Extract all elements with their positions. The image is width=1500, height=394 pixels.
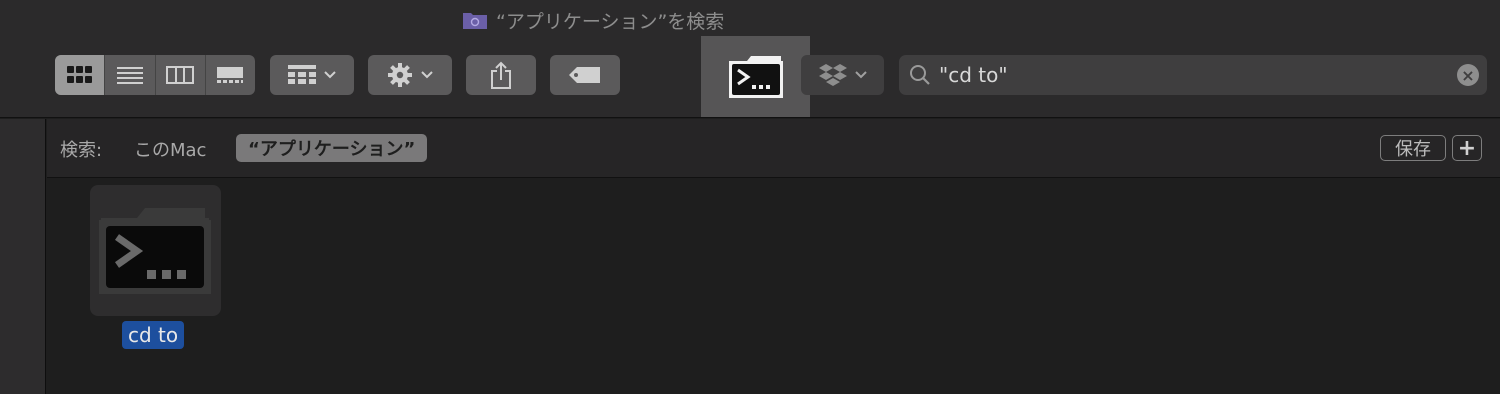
share-icon bbox=[491, 61, 511, 89]
share-button[interactable] bbox=[466, 55, 536, 95]
dropbox-button[interactable] bbox=[801, 55, 884, 95]
scope-label: 検索: bbox=[60, 140, 103, 161]
search-results: cd to bbox=[47, 179, 1500, 394]
terminal-folder-icon bbox=[728, 55, 783, 98]
window-title-text: “アプリケーション”を検索 bbox=[496, 10, 725, 33]
result-item-name[interactable]: cd to bbox=[122, 321, 185, 349]
group-icon bbox=[288, 65, 316, 84]
search-field[interactable]: × bbox=[899, 55, 1487, 95]
list-view-button[interactable] bbox=[105, 55, 156, 95]
tag-button[interactable] bbox=[550, 55, 620, 95]
gallery-view-button[interactable] bbox=[206, 55, 255, 95]
gear-icon bbox=[388, 63, 412, 87]
scope-applications[interactable]: “アプリケーション” bbox=[236, 134, 428, 162]
sidebar bbox=[0, 119, 46, 394]
chevron-down-icon bbox=[324, 71, 336, 79]
toolbar-cd-to-item[interactable] bbox=[701, 36, 810, 117]
chevron-down-icon bbox=[854, 71, 867, 79]
window-title: “アプリケーション”を検索 bbox=[462, 6, 724, 34]
columns-icon bbox=[166, 66, 195, 84]
search-input[interactable] bbox=[939, 63, 1439, 87]
result-item-icon[interactable] bbox=[90, 185, 221, 316]
folder-icon bbox=[462, 10, 488, 30]
group-by-button[interactable] bbox=[270, 55, 354, 95]
toolbar: “アプリケーション”を検索 "cd to" × bbox=[0, 0, 1500, 118]
save-search-button[interactable]: 保存 bbox=[1380, 135, 1446, 161]
column-view-button[interactable] bbox=[156, 55, 206, 95]
search-icon bbox=[910, 65, 930, 85]
icon-view-button[interactable] bbox=[55, 55, 106, 95]
action-menu-button[interactable] bbox=[368, 55, 452, 95]
clear-search-icon[interactable]: × bbox=[1457, 64, 1479, 86]
chevron-down-icon bbox=[421, 71, 433, 79]
dropbox-icon bbox=[818, 64, 847, 86]
grid-icon bbox=[66, 66, 92, 83]
list-icon bbox=[116, 67, 143, 84]
gallery-icon bbox=[217, 67, 244, 83]
search-scope-bar: 検索: このMac “アプリケーション” 保存 + bbox=[47, 119, 1500, 178]
scope-this-mac[interactable]: このMac bbox=[134, 136, 206, 162]
add-criteria-button[interactable]: + bbox=[1452, 135, 1482, 161]
tag-icon bbox=[569, 67, 600, 83]
terminal-folder-icon bbox=[98, 207, 211, 294]
view-mode-control bbox=[55, 55, 255, 95]
